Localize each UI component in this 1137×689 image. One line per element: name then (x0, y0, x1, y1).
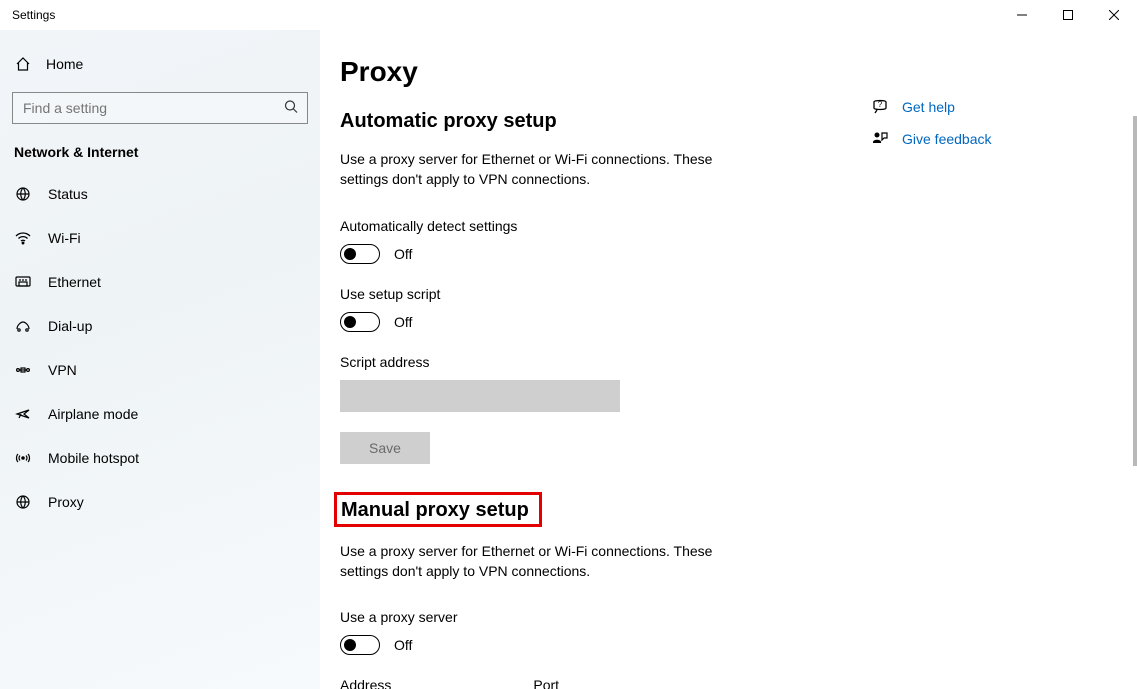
search-input[interactable] (12, 92, 308, 124)
titlebar: Settings (0, 0, 1137, 30)
manual-proxy-highlight: Manual proxy setup (334, 492, 542, 527)
auto-proxy-desc: Use a proxy server for Ethernet or Wi-Fi… (340, 149, 760, 190)
help-links: ? Get help Give feedback (860, 50, 992, 689)
get-help-label: Get help (902, 99, 955, 115)
maximize-button[interactable] (1045, 0, 1091, 30)
vpn-icon (14, 362, 32, 378)
sidebar: Home Network & Internet Status Wi-Fi (0, 30, 320, 689)
manual-proxy-desc: Use a proxy server for Ethernet or Wi-Fi… (340, 541, 760, 582)
scrollbar[interactable] (1133, 60, 1137, 689)
home-icon (14, 56, 32, 72)
ethernet-icon (14, 274, 32, 290)
status-icon (14, 186, 32, 202)
svg-text:?: ? (878, 100, 883, 109)
sidebar-item-wifi[interactable]: Wi-Fi (0, 216, 320, 260)
sidebar-item-proxy[interactable]: Proxy (0, 480, 320, 524)
auto-proxy-heading: Automatic proxy setup (340, 110, 840, 133)
save-button[interactable]: Save (340, 432, 430, 464)
help-icon: ? (870, 98, 890, 116)
window-title: Settings (12, 8, 55, 22)
sidebar-item-airplane[interactable]: Airplane mode (0, 392, 320, 436)
sidebar-item-label: VPN (48, 362, 77, 378)
use-proxy-state: Off (394, 637, 412, 653)
hotspot-icon (14, 450, 32, 466)
script-address-label: Script address (340, 354, 840, 370)
sidebar-item-label: Ethernet (48, 274, 101, 290)
sidebar-item-hotspot[interactable]: Mobile hotspot (0, 436, 320, 480)
sidebar-item-label: Status (48, 186, 88, 202)
manual-proxy-heading: Manual proxy setup (341, 499, 529, 522)
use-proxy-toggle[interactable] (340, 635, 380, 655)
use-script-label: Use setup script (340, 286, 840, 302)
globe-icon (14, 494, 32, 510)
address-label: Address (340, 677, 391, 689)
dialup-icon (14, 318, 32, 334)
use-proxy-label: Use a proxy server (340, 609, 840, 625)
give-feedback-label: Give feedback (902, 131, 992, 147)
sidebar-item-label: Mobile hotspot (48, 450, 139, 466)
sidebar-home-label: Home (46, 56, 83, 72)
sidebar-category-title: Network & Internet (0, 124, 320, 172)
use-script-state: Off (394, 314, 412, 330)
sidebar-item-label: Proxy (48, 494, 84, 510)
use-script-toggle[interactable] (340, 312, 380, 332)
sidebar-item-label: Dial-up (48, 318, 92, 334)
get-help-link[interactable]: ? Get help (870, 98, 992, 116)
sidebar-item-status[interactable]: Status (0, 172, 320, 216)
sidebar-item-vpn[interactable]: VPN (0, 348, 320, 392)
airplane-icon (14, 406, 32, 422)
page-title: Proxy (340, 56, 840, 88)
search-icon (284, 100, 298, 117)
script-address-input[interactable] (340, 380, 620, 412)
port-label: Port (533, 677, 559, 689)
auto-detect-label: Automatically detect settings (340, 218, 840, 234)
give-feedback-link[interactable]: Give feedback (870, 130, 992, 148)
sidebar-item-dialup[interactable]: Dial-up (0, 304, 320, 348)
main-content: Proxy Automatic proxy setup Use a proxy … (320, 30, 1137, 689)
sidebar-item-label: Airplane mode (48, 406, 138, 422)
close-button[interactable] (1091, 0, 1137, 30)
sidebar-item-label: Wi-Fi (48, 230, 81, 246)
auto-detect-state: Off (394, 246, 412, 262)
sidebar-home[interactable]: Home (0, 48, 320, 80)
feedback-icon (870, 130, 890, 148)
auto-detect-toggle[interactable] (340, 244, 380, 264)
wifi-icon (14, 230, 32, 246)
minimize-button[interactable] (999, 0, 1045, 30)
sidebar-item-ethernet[interactable]: Ethernet (0, 260, 320, 304)
